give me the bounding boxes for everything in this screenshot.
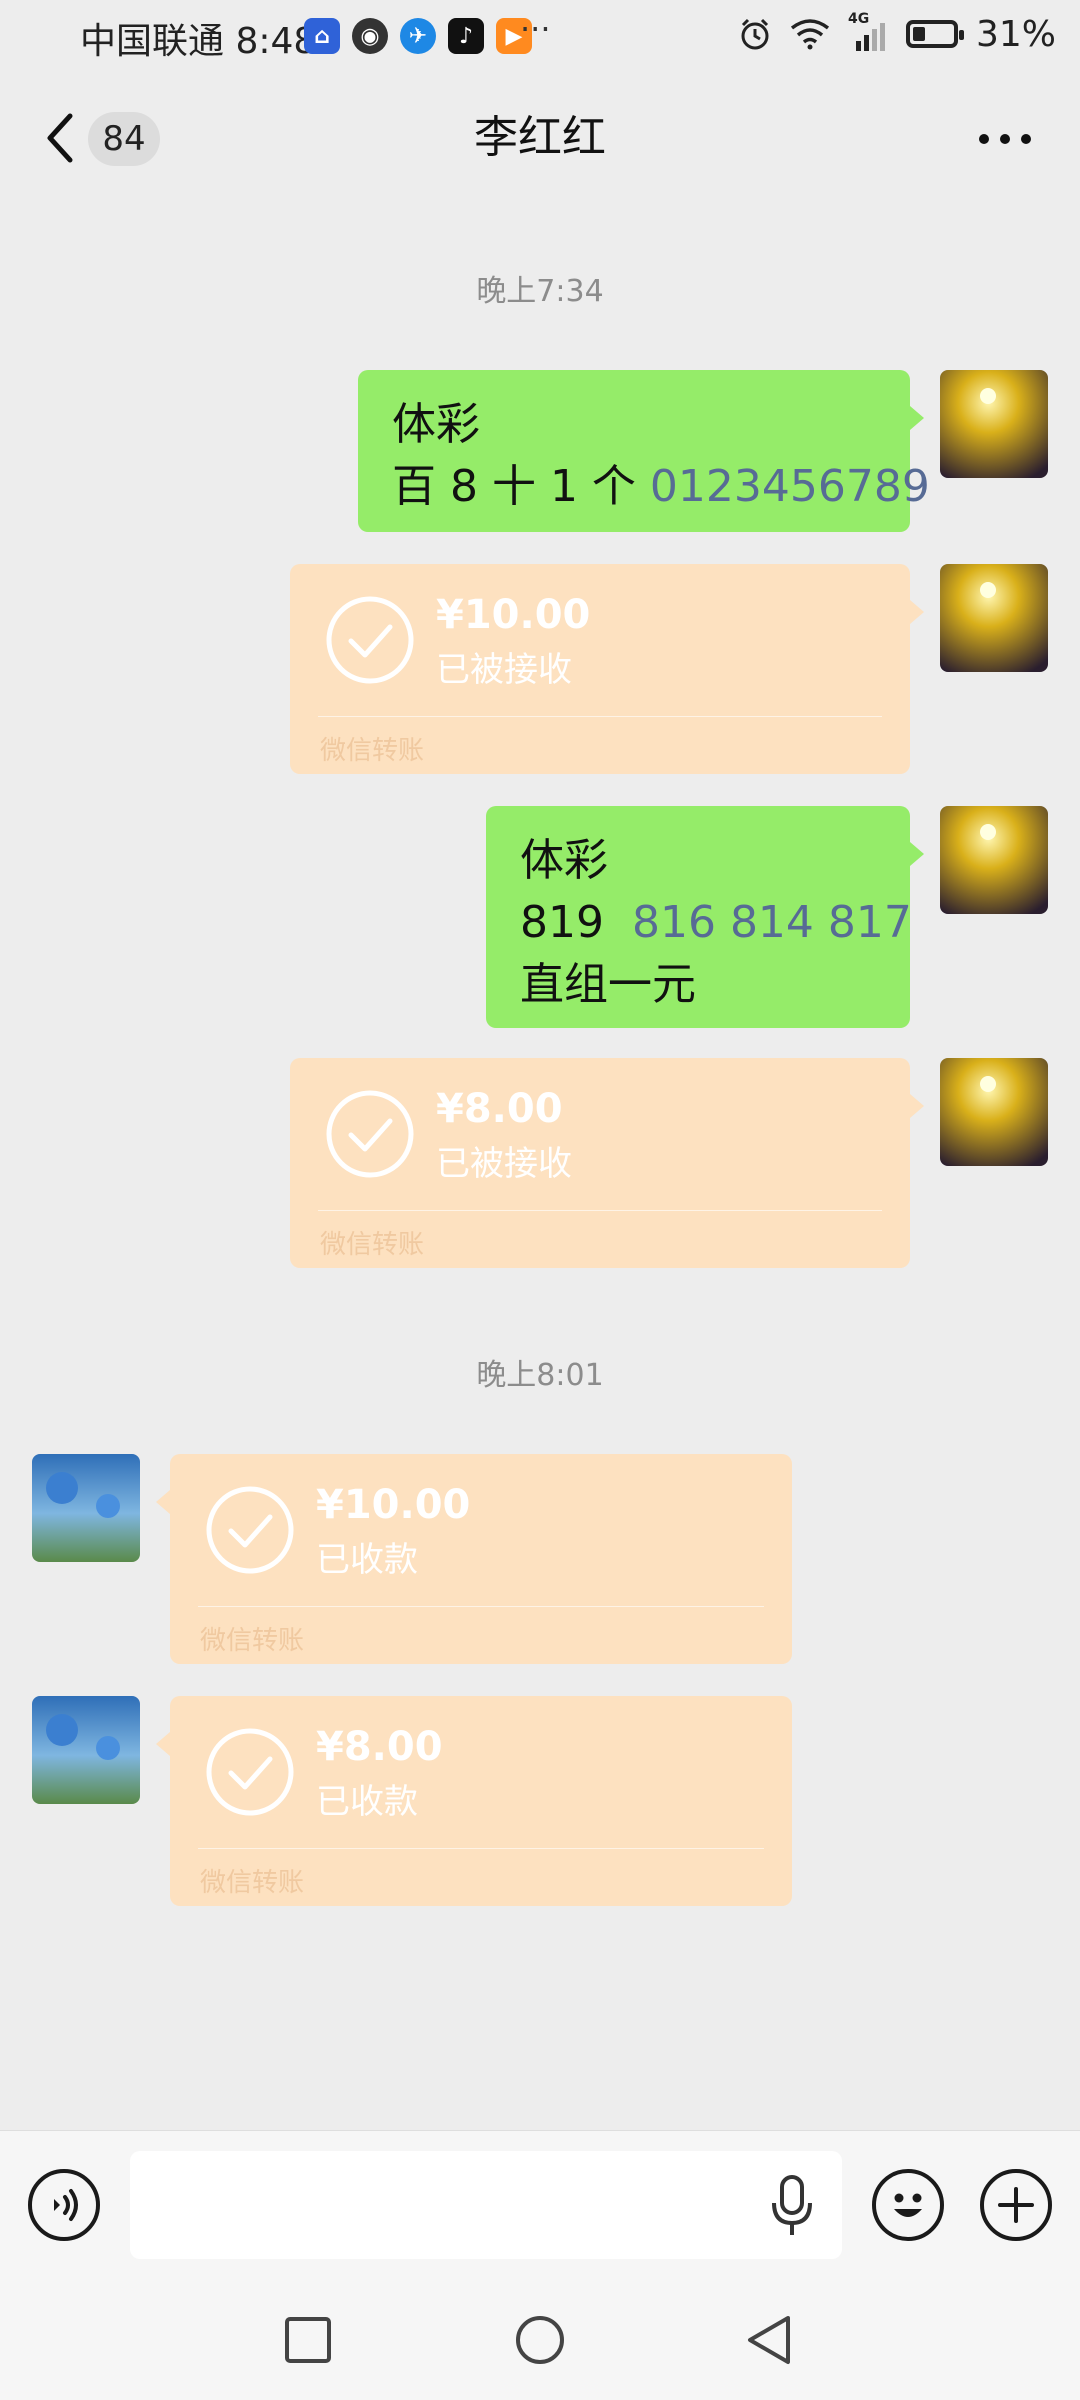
- message-input[interactable]: [130, 2151, 842, 2259]
- network-type: 4G: [847, 11, 870, 27]
- message-timestamp: 晚上7:34: [476, 274, 604, 309]
- contact-avatar[interactable]: [32, 1696, 140, 1804]
- transfer-source: 微信转账: [320, 736, 425, 766]
- transfer-amount: ¥10.00: [436, 592, 591, 638]
- input-bar: [0, 2130, 1080, 2281]
- chat-title[interactable]: 李红红: [340, 110, 740, 166]
- contact-avatar[interactable]: [32, 1454, 140, 1562]
- transfer-divider: [318, 716, 882, 717]
- sent-message-bubble[interactable]: 体彩 百 8 十 1 个 0123456789: [358, 370, 930, 532]
- avatar-photo-icon: [940, 806, 1048, 914]
- more-options-icon[interactable]: [970, 114, 1040, 164]
- status-bar: 中国联通 8:48 ⌂ ◉ ✈ ♪ ▶ ··· 4G 31%: [0, 0, 1080, 72]
- message-line: 体彩: [392, 399, 480, 450]
- transfer-source: 微信转账: [320, 1230, 425, 1260]
- message-timestamp: 晚上8:01: [476, 1358, 604, 1393]
- number-link[interactable]: 0123456789: [650, 461, 930, 512]
- message-line: 819: [520, 897, 632, 948]
- transfer-divider: [318, 1210, 882, 1211]
- sent-message-bubble[interactable]: 体彩 819 816 814 817 直组一元: [486, 806, 924, 1028]
- microphone-icon[interactable]: [762, 2171, 822, 2241]
- plus-button[interactable]: [980, 2169, 1052, 2241]
- avatar-app-icon: ◉: [352, 18, 388, 54]
- transfer-status: 已被接收: [436, 1144, 572, 1184]
- transfer-card[interactable]: ¥10.00 已被接收 微信转账: [290, 564, 924, 774]
- wifi-icon: [790, 19, 830, 50]
- emoji-button[interactable]: [872, 2169, 944, 2241]
- battery-icon: [905, 20, 964, 48]
- back-icon[interactable]: [36, 108, 86, 168]
- transfer-amount: ¥8.00: [436, 1086, 563, 1132]
- check-circle-icon: [206, 1486, 294, 1574]
- smiley-icon: [894, 2193, 922, 2217]
- browser-app-icon: ✈: [400, 18, 436, 54]
- transfer-source: 微信转账: [200, 1626, 305, 1656]
- message-line: 直组一元: [520, 959, 696, 1010]
- my-avatar[interactable]: [940, 1058, 1048, 1166]
- avatar-photo-icon: [940, 370, 1048, 478]
- my-avatar[interactable]: [940, 806, 1048, 914]
- transfer-amount: ¥8.00: [316, 1724, 443, 1770]
- tiktok-app-icon: ♪: [448, 18, 484, 54]
- avatar-photo-icon: [32, 1696, 140, 1804]
- avatar-photo-icon: [940, 564, 1048, 672]
- transfer-card[interactable]: ¥10.00 已收款 微信转账: [156, 1454, 792, 1664]
- check-circle-icon: [326, 596, 414, 684]
- voice-toggle-button[interactable]: [28, 2169, 100, 2241]
- number-link[interactable]: 816 814 817: [632, 897, 912, 948]
- unread-count-badge[interactable]: 84: [88, 112, 160, 166]
- back-nav-icon[interactable]: [744, 2314, 796, 2366]
- avatar-photo-icon: [32, 1454, 140, 1562]
- transfer-status: 已收款: [316, 1540, 418, 1580]
- carrier-time: 中国联通 8:48: [80, 21, 317, 62]
- avatar-photo-icon: [940, 1058, 1048, 1166]
- voice-wave-icon: [54, 2189, 78, 2221]
- transfer-status: 已收款: [316, 1782, 418, 1822]
- system-navigation-bar: [0, 2280, 1080, 2400]
- alarm-icon: [741, 18, 769, 50]
- check-circle-icon: [206, 1728, 294, 1816]
- bank-app-icon: ⌂: [304, 18, 340, 54]
- recent-apps-icon[interactable]: [284, 2316, 332, 2364]
- plus-icon: [998, 2187, 1034, 2223]
- check-circle-icon: [326, 1090, 414, 1178]
- signal-icon: 4G: [848, 11, 888, 51]
- my-avatar[interactable]: [940, 564, 1048, 672]
- transfer-source: 微信转账: [200, 1868, 305, 1898]
- status-more-icon: ···: [520, 10, 551, 48]
- status-right: 4G 31%: [738, 10, 1056, 58]
- transfer-divider: [198, 1848, 764, 1849]
- transfer-status: 已被接收: [436, 650, 572, 690]
- transfer-amount: ¥10.00: [316, 1482, 471, 1528]
- transfer-divider: [198, 1606, 764, 1607]
- battery-percent: 31%: [975, 13, 1056, 55]
- home-icon[interactable]: [514, 2314, 566, 2366]
- notification-icons: ⌂ ◉ ✈ ♪ ▶: [304, 16, 532, 56]
- transfer-card[interactable]: ¥8.00 已被接收 微信转账: [290, 1058, 924, 1268]
- message-line: 体彩: [520, 835, 608, 886]
- transfer-card[interactable]: ¥8.00 已收款 微信转账: [156, 1696, 792, 1906]
- my-avatar[interactable]: [940, 370, 1048, 478]
- message-line: 百 8 十 1 个: [392, 461, 650, 512]
